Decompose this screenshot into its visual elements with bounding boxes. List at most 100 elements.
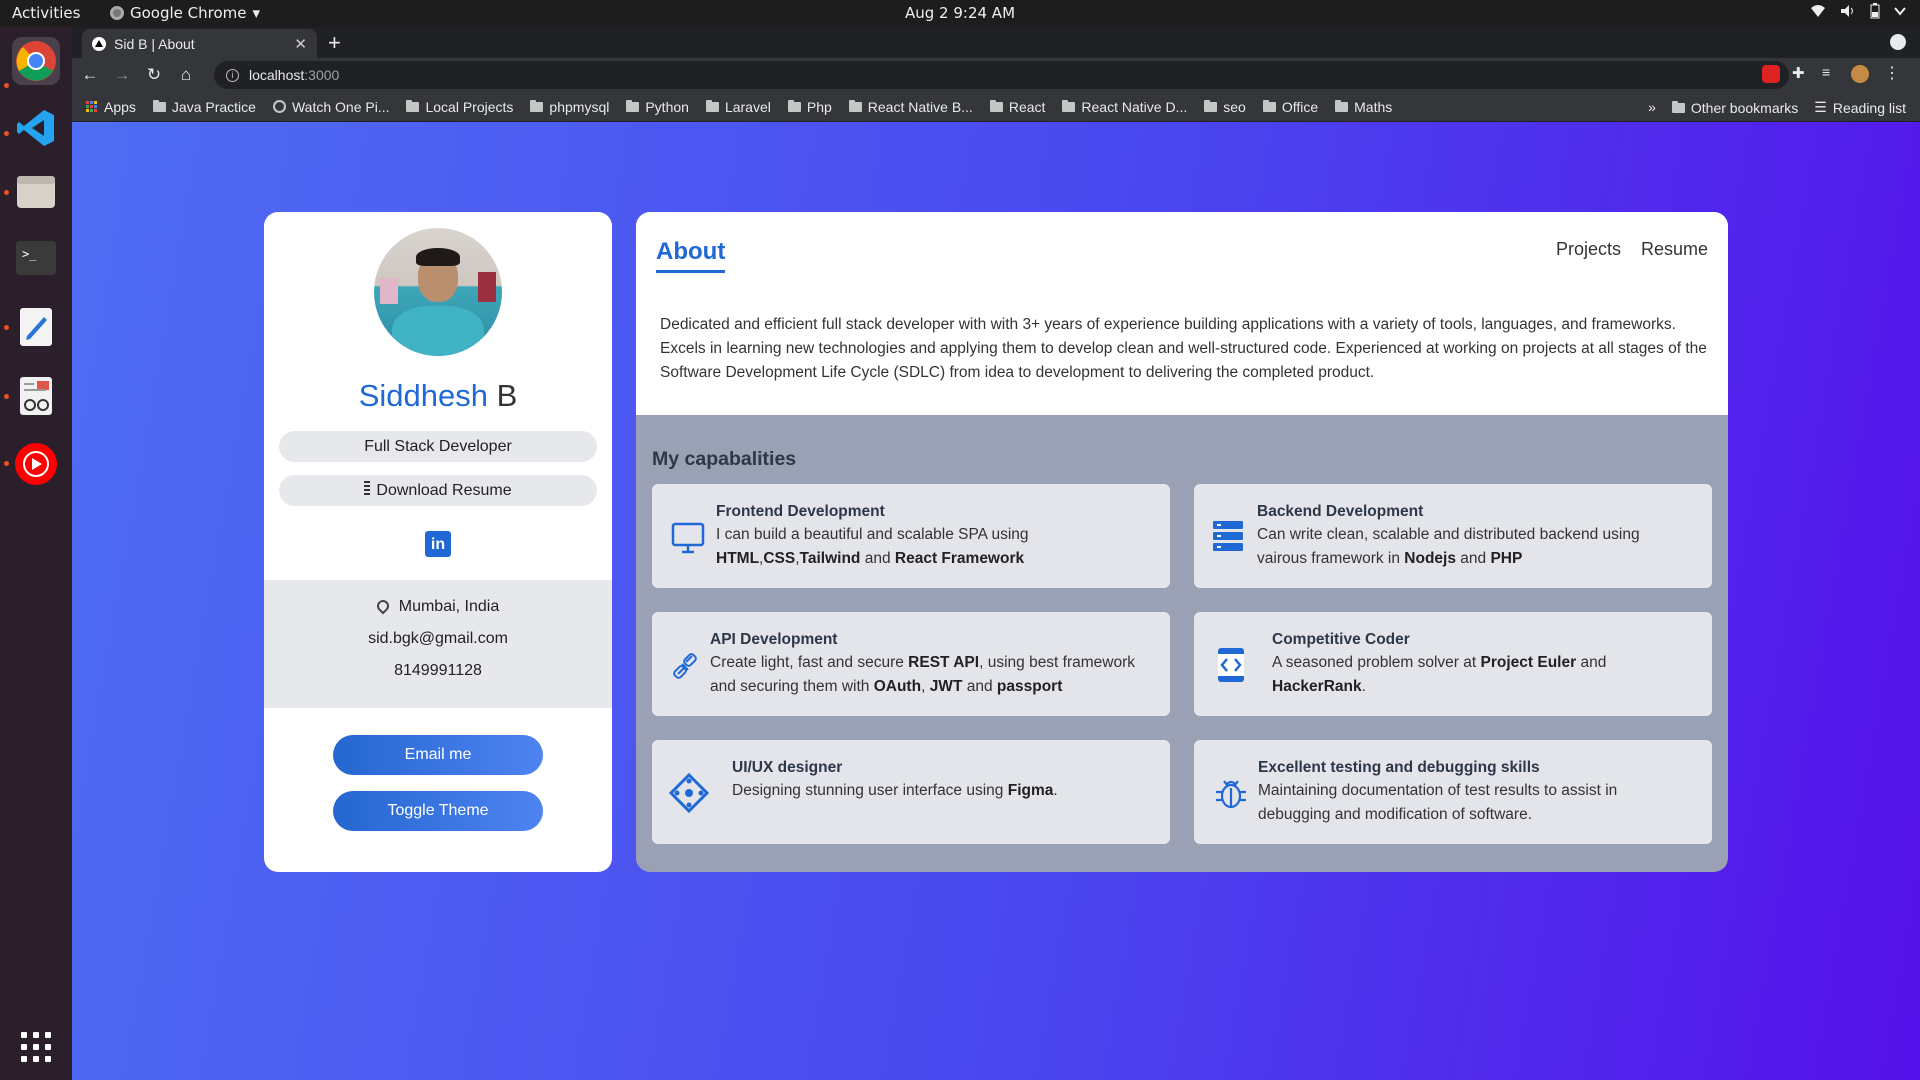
capability-card: Competitive Coder A seasoned problem sol…	[1194, 612, 1712, 716]
bookmark-label: Apps	[104, 98, 136, 115]
dock-youtube-music[interactable]	[12, 440, 60, 488]
capability-text: Maintaining documentation of test result…	[1258, 779, 1678, 827]
favicon-icon	[92, 36, 106, 51]
browser-tab[interactable]: Sid B | About ✕	[82, 29, 317, 58]
chrome-icon	[16, 41, 56, 81]
email-me-button[interactable]: Email me	[333, 735, 543, 775]
capability-card: UI/UX designer Designing stunning user i…	[652, 740, 1170, 844]
bookmark-label: Python	[645, 98, 689, 115]
dock-chrome[interactable]	[12, 37, 60, 85]
about-panel: About Projects Resume Dedicated and effi…	[636, 212, 1728, 872]
bookmark-folder[interactable]: React	[989, 99, 1045, 115]
body-text: Maintaining documentation of test result…	[1258, 782, 1618, 823]
body-text: and	[1455, 550, 1491, 567]
zipper-icon	[364, 481, 371, 497]
vscode-icon	[17, 110, 54, 146]
url-host: localhost	[249, 67, 305, 83]
dock: >_	[0, 27, 72, 1080]
toggle-theme-button[interactable]: Toggle Theme	[333, 791, 543, 831]
new-tab-button[interactable]: +	[328, 30, 341, 56]
capability-title: API Development	[710, 631, 838, 648]
tab-search-icon[interactable]	[1890, 34, 1906, 50]
bookmark-folder[interactable]: Maths	[1335, 99, 1392, 115]
bookmark-label: Maths	[1354, 98, 1393, 115]
bookmarks-overflow-button[interactable]: »	[1648, 99, 1656, 116]
email-text[interactable]: sid.bgk@gmail.com	[264, 630, 612, 648]
folder-icon	[1335, 99, 1349, 112]
dock-text-editor[interactable]	[12, 303, 60, 351]
folder-icon	[1204, 99, 1218, 112]
body-text: and	[860, 550, 895, 567]
capability-title: Backend Development	[1257, 503, 1424, 520]
folder-icon	[1262, 99, 1276, 112]
site-info-icon[interactable]: i	[226, 68, 239, 82]
folder-icon	[1671, 100, 1685, 113]
folder-icon	[989, 99, 1003, 112]
running-indicator	[4, 131, 9, 136]
forward-button[interactable]: →	[106, 65, 138, 85]
dock-vscode[interactable]	[12, 104, 60, 152]
tab-title: Sid B | About	[114, 35, 195, 52]
battery-icon	[1870, 3, 1880, 19]
tab-resume[interactable]: Resume	[1641, 239, 1708, 260]
media-control-icon[interactable]: ≡	[1822, 64, 1840, 82]
clock[interactable]: Aug 2 9:24 AM	[0, 4, 1920, 22]
highlight-text: REST API	[908, 654, 980, 671]
dock-document-viewer[interactable]	[12, 372, 60, 420]
capability-card: Frontend Development I can build a beaut…	[652, 484, 1170, 588]
capability-title: Excellent testing and debugging skills	[1258, 759, 1540, 776]
capability-text: A seasoned problem solver at Project Eul…	[1272, 651, 1672, 699]
bookmark-apps[interactable]: Apps	[86, 99, 136, 115]
bookmarks-right: » Other bookmarks ☰ Reading list	[1648, 99, 1906, 116]
address-bar[interactable]: i localhost:3000 ☆	[214, 61, 1789, 89]
youtube-music-icon	[15, 443, 57, 485]
reading-list[interactable]: ☰ Reading list	[1814, 99, 1906, 116]
about-description: Dedicated and efficient full stack devel…	[660, 316, 1707, 381]
close-tab-icon[interactable]: ✕	[294, 35, 307, 53]
back-button[interactable]: ←	[74, 65, 106, 85]
bookmark-folder[interactable]: Laravel	[705, 99, 771, 115]
bookmark-folder[interactable]: React Native D...	[1062, 99, 1187, 115]
bookmark-folder[interactable]: Php	[787, 98, 832, 115]
power-menu-icon	[1894, 7, 1906, 16]
profile-avatar[interactable]	[1851, 65, 1869, 83]
tab-projects[interactable]: Projects	[1556, 239, 1621, 260]
bookmark-folder[interactable]: seo	[1204, 99, 1246, 115]
web-page: Siddhesh B Full Stack Developer Download…	[72, 122, 1920, 1080]
bookmark-folder[interactable]: phpmysql	[530, 99, 609, 115]
dock-files[interactable]	[12, 167, 60, 215]
bookmark-link[interactable]: Watch One Pi...	[272, 99, 389, 115]
bug-icon	[1216, 780, 1246, 809]
bookmark-folder[interactable]: Office	[1262, 99, 1318, 115]
bookmark-folder[interactable]: Java Practice	[152, 99, 256, 115]
phone-text[interactable]: 8149991128	[264, 662, 612, 680]
location-pin-icon	[374, 597, 392, 615]
text-editor-icon	[20, 308, 52, 346]
bookmark-label: Php	[806, 98, 832, 115]
url-port: :3000	[304, 67, 340, 83]
body-text: and	[962, 678, 997, 695]
capability-title: UI/UX designer	[732, 759, 843, 776]
system-tray[interactable]	[1810, 3, 1906, 19]
reload-button[interactable]: ↻	[138, 65, 170, 85]
highlight-text: OAuth	[873, 678, 922, 695]
download-label: Download Resume	[376, 482, 512, 499]
other-bookmarks[interactable]: Other bookmarks	[1671, 99, 1798, 116]
code-icon	[1218, 648, 1244, 682]
tab-about[interactable]: About	[656, 238, 726, 273]
linkedin-icon[interactable]: in	[425, 531, 451, 557]
avatar	[374, 228, 502, 356]
dock-terminal[interactable]: >_	[12, 234, 60, 282]
bookmark-folder[interactable]: Python	[626, 99, 689, 115]
download-resume-button[interactable]: Download Resume	[279, 475, 597, 506]
extension-icon[interactable]	[1762, 65, 1780, 83]
show-apps-icon[interactable]	[21, 1032, 51, 1062]
folder-icon	[848, 99, 862, 112]
extensions-puzzle-icon[interactable]: ✚	[1792, 64, 1810, 82]
bookmark-folder[interactable]: Local Projects	[406, 99, 513, 115]
home-button[interactable]: ⌂	[170, 65, 202, 85]
body-text: Designing stunning user interface using	[732, 782, 1008, 799]
bookmark-folder[interactable]: React Native B...	[848, 99, 973, 115]
browser-menu-icon[interactable]: ⋮	[1884, 63, 1902, 82]
highlight-text: Project Euler	[1480, 654, 1577, 671]
